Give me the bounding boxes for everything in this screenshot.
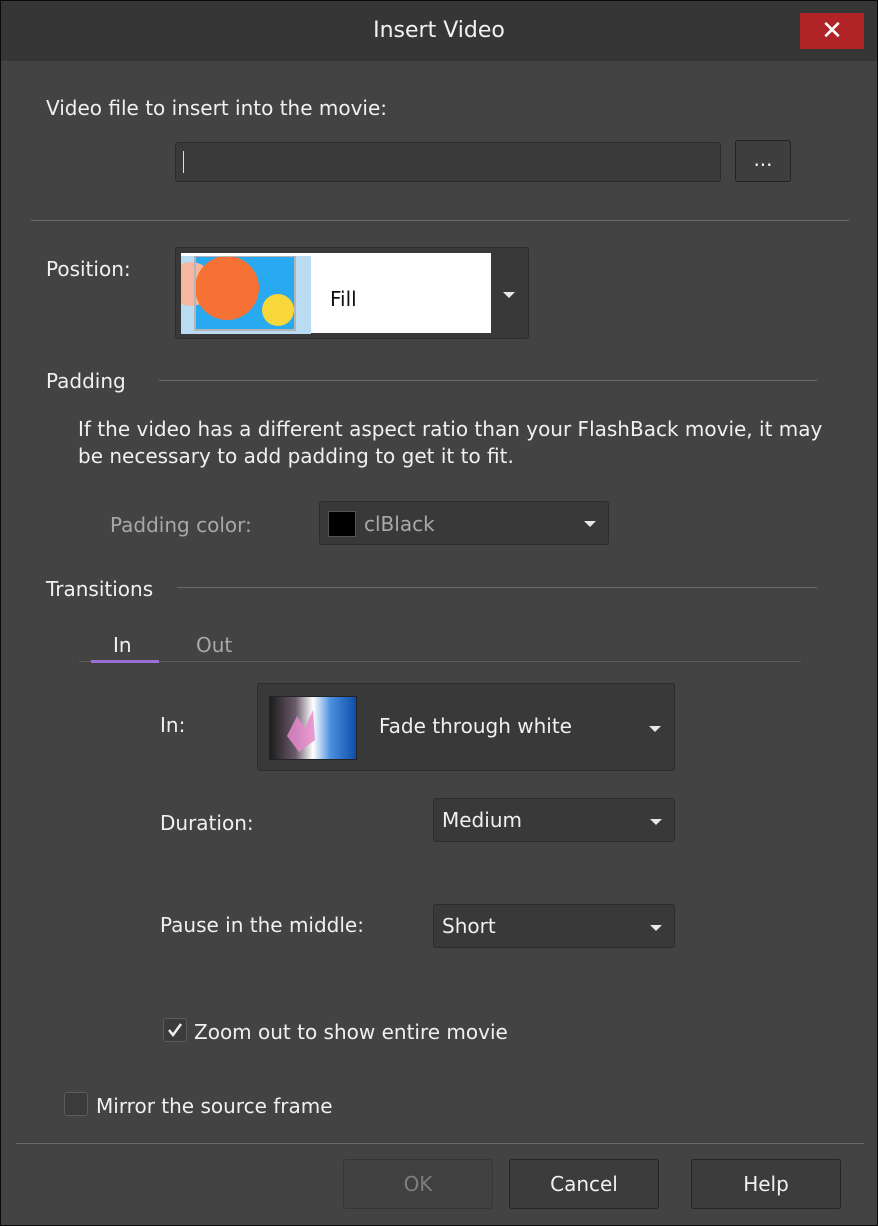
position-value: Fill [330, 287, 357, 311]
video-file-input[interactable] [175, 142, 721, 182]
insert-video-dialog: Insert Video ✕ Video file to insert into… [0, 0, 878, 1226]
close-icon: ✕ [821, 16, 843, 46]
dialog-title: Insert Video [373, 18, 505, 43]
chevron-down-icon [650, 819, 662, 825]
transitions-separator [177, 587, 817, 588]
padding-description-line2: be necessary to add padding to get it to… [78, 444, 514, 468]
chevron-down-icon [649, 726, 661, 732]
text-caret [183, 151, 184, 173]
position-select[interactable]: Fill [175, 247, 529, 339]
pause-value: Short [442, 914, 496, 938]
tab-strip-line [79, 661, 801, 662]
separator [31, 220, 849, 221]
mirror-checkbox[interactable] [64, 1092, 88, 1116]
chevron-down-icon [503, 292, 515, 298]
mirror-label[interactable]: Mirror the source frame [96, 1094, 333, 1118]
in-transition-select[interactable]: Fade through white [257, 683, 675, 771]
duration-select[interactable]: Medium [433, 798, 675, 842]
chevron-down-icon [650, 925, 662, 931]
pause-label: Pause in the middle: [160, 913, 364, 937]
checkmark-icon [168, 1023, 183, 1038]
zoom-out-checkbox[interactable] [163, 1018, 187, 1042]
in-transition-label: In: [160, 713, 186, 737]
padding-heading: Padding [46, 369, 126, 393]
color-swatch [328, 511, 356, 537]
padding-separator [159, 380, 817, 381]
padding-color-select[interactable]: clBlack [319, 501, 609, 545]
position-fill-thumbnail-icon [181, 256, 311, 334]
close-button[interactable]: ✕ [800, 13, 864, 49]
tab-in[interactable]: In [113, 633, 132, 657]
cancel-button[interactable]: Cancel [509, 1159, 659, 1209]
fade-through-white-thumbnail-icon [269, 696, 357, 760]
in-transition-value: Fade through white [379, 714, 572, 738]
duration-value: Medium [442, 808, 522, 832]
video-file-label: Video file to insert into the movie: [46, 96, 388, 120]
position-label: Position: [46, 257, 131, 281]
browse-button[interactable]: ... [735, 140, 791, 182]
tab-out[interactable]: Out [196, 633, 232, 657]
help-button[interactable]: Help [691, 1159, 841, 1209]
ok-button[interactable]: OK [343, 1159, 493, 1209]
chevron-down-icon [584, 521, 596, 527]
padding-description-line1: If the video has a different aspect rati… [78, 417, 823, 441]
padding-color-label: Padding color: [110, 513, 252, 537]
duration-label: Duration: [160, 811, 254, 835]
transitions-heading: Transitions [46, 577, 154, 601]
footer-separator [16, 1143, 864, 1144]
zoom-out-label[interactable]: Zoom out to show entire movie [194, 1020, 508, 1044]
pause-select[interactable]: Short [433, 904, 675, 948]
tab-in-indicator [91, 660, 159, 663]
padding-color-value: clBlack [364, 512, 435, 536]
